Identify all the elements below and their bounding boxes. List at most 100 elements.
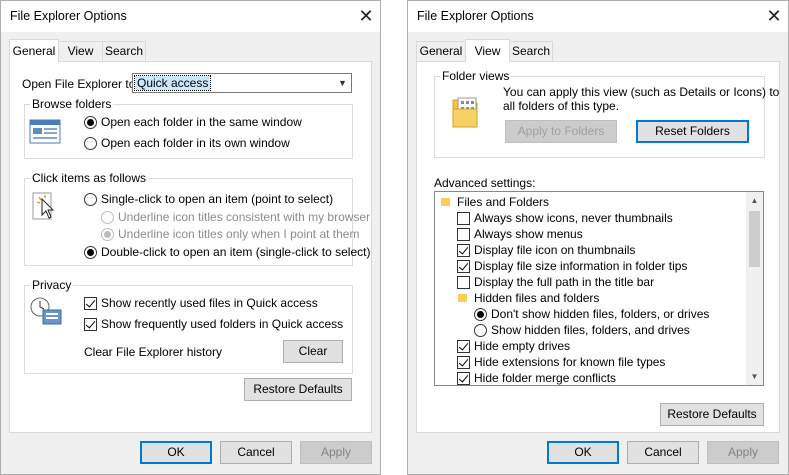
setting-checkbox[interactable] [457,244,470,257]
tab-view-label: View [67,44,94,58]
tab-view-label: View [474,44,501,58]
setting-label: Hide extensions for known file types [474,355,666,369]
folder-views-group: Folder views You can apply this view (su… [434,69,779,158]
chevron-down-icon: ▼ [338,78,347,88]
folder-icon [458,294,467,302]
label-single-click: Single-click to open an item (point to s… [101,192,334,206]
check-recent-files[interactable] [84,297,97,310]
setting-checkbox[interactable] [457,372,470,385]
radio-own-window[interactable] [84,137,97,150]
title-bar: File Explorer Options ✕ [408,1,788,32]
radio-single-click[interactable] [84,193,97,206]
tab-search-label: Search [511,44,551,58]
folder-view-icon [452,97,478,128]
advanced-settings-label: Advanced settings: [434,176,536,190]
setting-checkbox[interactable] [457,340,470,353]
label-own-window: Open each folder in its own window [101,136,290,150]
scrollbar[interactable]: ▲ ▼ [746,192,763,385]
clear-history-button[interactable]: Clear [283,340,343,363]
setting-checkbox[interactable] [457,228,470,241]
apply-label: Apply [727,445,759,459]
clear-history-label: Clear File Explorer history [84,345,223,359]
privacy-group: Privacy Show recently used files in Quic… [24,278,353,374]
setting-radio[interactable] [474,324,487,337]
tab-general[interactable]: General [9,39,59,62]
radio-underline-point[interactable] [101,228,114,241]
general-tab-page: Open File Explorer to: Quick access ▼ Br… [9,61,372,433]
radio-double-click[interactable] [84,246,97,259]
file-explorer-options-general-dialog: File Explorer Options ✕ General View Sea… [0,0,381,475]
file-explorer-options-view-dialog: File Explorer Options ✕ General View Sea… [407,0,789,475]
setting-label: Always show icons, never thumbnails [474,211,673,225]
cancel-button[interactable]: Cancel [627,441,699,464]
reset-folders-button[interactable]: Reset Folders [636,120,749,143]
apply-to-folders-button[interactable]: Apply to Folders [505,120,617,143]
restore-defaults-button[interactable]: Restore Defaults [660,403,764,426]
ok-label: OK [167,445,185,459]
reset-folders-label: Reset Folders [655,124,730,138]
cancel-label: Cancel [644,445,682,459]
tab-view[interactable]: View [58,41,103,61]
radio-underline-browser[interactable] [101,211,114,224]
setting-label: Don't show hidden files, folders, or dri… [491,307,710,321]
setting-checkbox[interactable] [457,356,470,369]
restore-defaults-button[interactable]: Restore Defaults [244,378,352,401]
cancel-button[interactable]: Cancel [220,441,292,464]
cancel-label: Cancel [237,445,275,459]
apply-button[interactable]: Apply [300,441,372,464]
window-icon [29,119,61,144]
setting-checkbox[interactable] [457,260,470,273]
folder-views-desc-line2: all folders of this type. [503,99,620,113]
check-frequent-folders[interactable] [84,318,97,331]
label-frequent-folders: Show frequently used folders in Quick ac… [101,317,344,331]
setting-label: Always show menus [474,227,583,241]
scroll-up-icon[interactable]: ▲ [746,192,763,209]
privacy-clock-icon [30,297,62,325]
click-items-title: Click items as follows [30,171,149,185]
label-underline-browser: Underline icon titles consistent with my… [118,210,371,224]
scroll-down-icon[interactable]: ▼ [746,368,763,385]
title-bar: File Explorer Options ✕ [1,1,380,32]
setting-checkbox[interactable] [457,276,470,289]
label-underline-point: Underline icon titles only when I point … [118,227,360,241]
ok-label: OK [574,445,592,459]
setting-radio[interactable] [474,308,487,321]
ok-button[interactable]: OK [140,441,212,464]
clear-button-label: Clear [298,344,328,358]
apply-label: Apply [320,445,352,459]
dialog-footer: OK Cancel Apply [1,434,380,474]
open-to-label: Open File Explorer to: [22,77,139,91]
setting-label: Display the full path in the title bar [474,275,655,289]
tab-view[interactable]: View [465,39,510,62]
tab-search[interactable]: Search [102,41,146,61]
dialog-title: File Explorer Options [10,9,127,23]
ok-button[interactable]: OK [547,441,619,464]
folder-views-desc-line1: You can apply this view (such as Details… [503,85,780,99]
tab-general-label: General [12,44,56,58]
tab-general-label: General [419,44,463,58]
label-same-window: Open each folder in the same window [101,115,302,129]
tab-search[interactable]: Search [509,41,553,61]
close-icon[interactable]: ✕ [351,1,381,31]
open-to-dropdown[interactable]: Quick access ▼ [132,73,352,93]
privacy-title: Privacy [30,278,74,292]
setting-checkbox[interactable] [457,212,470,225]
browse-folders-group: Browse folders Open each folder in the s… [24,97,353,159]
restore-defaults-label: Restore Defaults [667,407,757,421]
apply-button[interactable]: Apply [707,441,779,464]
radio-same-window[interactable] [84,116,97,129]
tab-general[interactable]: General [416,41,466,61]
folder-views-title: Folder views [440,69,512,83]
scroll-thumb[interactable] [749,211,760,267]
label-double-click: Double-click to open an item (single-cli… [101,245,371,259]
close-icon[interactable]: ✕ [759,1,789,31]
browse-folders-title: Browse folders [30,97,114,111]
advanced-settings-list[interactable]: Files and Folders Always show icons, neve… [434,191,764,386]
setting-label: Display file size information in folder … [474,259,688,273]
label-recent-files: Show recently used files in Quick access [101,296,318,310]
view-tab-page: Folder views You can apply this view (su… [416,61,780,433]
setting-label: Show hidden files, folders, and drives [491,323,690,337]
tab-search-label: Search [104,44,144,58]
dialog-footer: OK Cancel Apply [408,434,788,474]
restore-defaults-label: Restore Defaults [253,382,343,396]
